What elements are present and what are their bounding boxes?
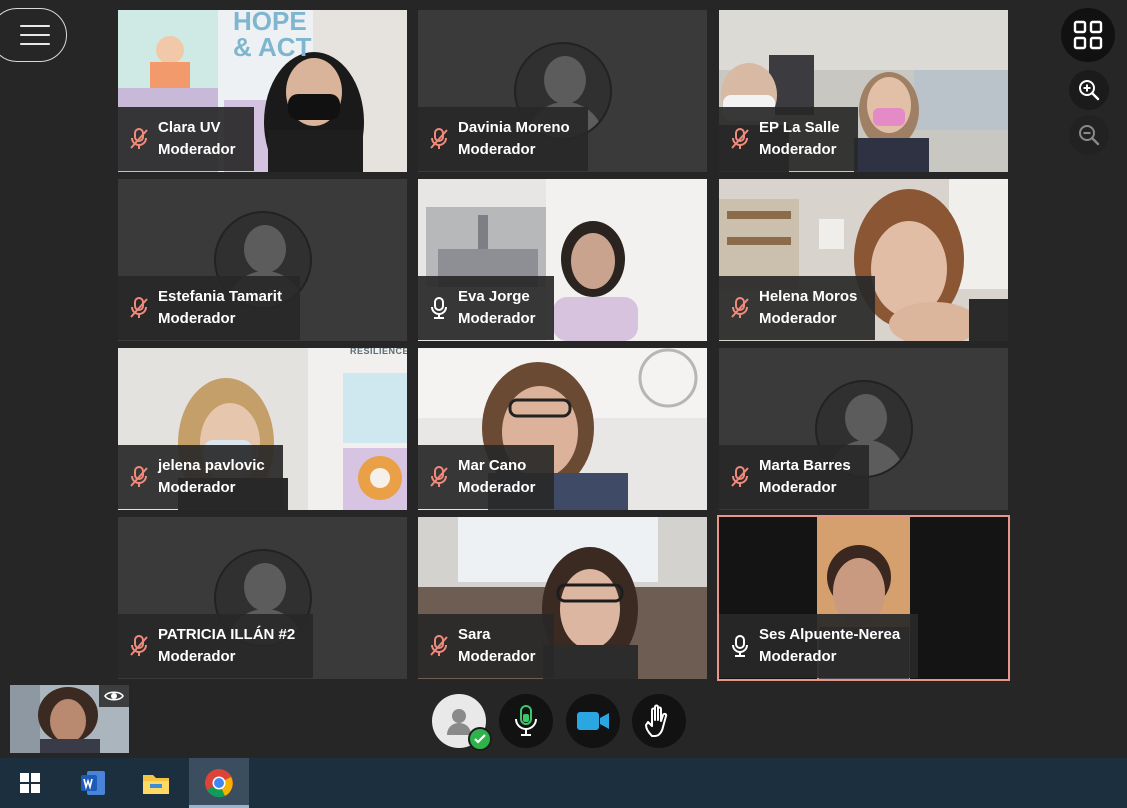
participant-role: Moderador [158,310,236,327]
check-icon [474,734,486,744]
participant-tile-ses-alpuente-nerea[interactable]: Ses Alpuente-Nerea Moderador [717,515,1010,681]
participant-role: Moderador [759,648,837,665]
taskbar-word[interactable] [63,758,123,808]
raise-hand-icon [645,704,668,737]
microphone-muted-icon [130,297,148,318]
participant-tile-estefania-tamarit[interactable]: Estefania Tamarit Moderador [118,179,407,341]
participant-name: Estefania Tamarit [158,288,282,305]
participant-name: Sara [458,626,491,643]
participant-name: Marta Barres [759,457,851,474]
microphone-muted-icon [731,466,749,487]
participant-name: Helena Moros [759,288,858,305]
participant-label: Mar Cano Moderador [418,445,554,509]
microphone-button[interactable] [499,694,553,748]
participant-label: Ses Alpuente-Nerea Moderador [719,614,919,678]
participant-tile-eva-jorge[interactable]: Eva Jorge Moderador [418,179,707,341]
taskbar [0,758,1127,808]
chrome-icon [205,769,233,798]
participant-label: EP La Salle Moderador [719,107,858,171]
participant-role: Moderador [759,141,837,158]
microphone-muted-icon [130,128,148,149]
participant-name: Davinia Moreno [458,119,570,136]
windows-start-icon [20,773,40,793]
participant-role: Moderador [458,141,536,158]
zoom-in-button[interactable] [1069,70,1109,110]
zoom-out-icon [1079,125,1100,146]
microphone-muted-icon [731,297,749,318]
participant-tile-clara-uv[interactable]: HOPE & ACT Clara UV Moderador [118,10,407,172]
participant-name: Eva Jorge [458,288,530,305]
self-view[interactable] [10,685,129,753]
taskbar-file-explorer[interactable] [126,758,186,808]
participant-role: Moderador [158,648,236,665]
participant-name: Mar Cano [458,457,527,474]
wall-text: RESILIENCE [350,348,407,356]
zoom-out-button[interactable] [1069,115,1109,155]
participant-tile-ep-la-salle[interactable]: EP La Salle Moderador [719,10,1008,172]
participant-name: Ses Alpuente-Nerea [759,626,901,643]
windows-start-button[interactable] [0,758,60,808]
menu-button[interactable] [0,8,67,62]
raise-hand-button[interactable] [632,694,686,748]
participant-label: Marta Barres Moderador [719,445,869,509]
zoom-in-icon [1079,80,1100,101]
participant-role: Moderador [458,310,536,327]
available-status-badge [468,727,492,751]
participant-role: Moderador [759,310,837,327]
file-explorer-icon [143,775,169,794]
microphone-muted-icon [430,128,448,149]
participant-label: Helena Moros Moderador [719,276,876,340]
microphone-icon [515,705,537,736]
participant-tile-marta-barres[interactable]: Marta Barres Moderador [719,348,1008,510]
microphone-icon [732,635,748,657]
participant-tile-davinia-moreno[interactable]: Davinia Moreno Moderador [418,10,707,172]
grid-view-icon [1073,20,1103,50]
participant-role: Moderador [759,479,837,496]
microphone-muted-icon [430,635,448,656]
participant-label: Clara UV Moderador [118,107,254,171]
taskbar-chrome[interactable] [189,758,249,808]
microphone-muted-icon [130,466,148,487]
participant-name: Clara UV [158,119,221,136]
word-icon [81,771,105,795]
camera-button[interactable] [566,694,620,748]
participant-label: Davinia Moreno Moderador [418,107,588,171]
hamburger-icon [19,25,50,45]
camera-icon [577,712,609,730]
participant-label: Sara Moderador [418,614,554,678]
participant-role: Moderador [158,141,236,158]
microphone-muted-icon [130,635,148,656]
grid-view-button[interactable] [1061,8,1115,62]
poster-text: HOPE & ACT [233,10,312,62]
participant-label: Estefania Tamarit Moderador [118,276,300,340]
participant-tile-helena-moros[interactable]: Helena Moros Moderador [719,179,1008,341]
participant-name: EP La Salle [759,119,840,136]
participant-tile-mar-cano[interactable]: Mar Cano Moderador [418,348,707,510]
microphone-muted-icon [731,128,749,149]
participant-name: jelena pavlovic [158,457,265,474]
eye-icon [104,691,124,701]
microphone-icon [431,297,447,319]
participant-label: PATRICIA ILLÁN #2 Moderador [118,614,314,678]
participant-tile-sara[interactable]: Sara Moderador [418,517,707,679]
participant-role: Moderador [458,648,536,665]
participant-tile-jelena-pavlovic[interactable]: RESILIENCE jelena pavlovic Moderador [118,348,407,510]
participant-tile-patricia-illan[interactable]: PATRICIA ILLÁN #2 Moderador [118,517,407,679]
participant-label: jelena pavlovic Moderador [118,445,283,509]
participant-role: Moderador [458,479,536,496]
participant-role: Moderador [158,479,236,496]
participant-label: Eva Jorge Moderador [418,276,554,340]
participant-name: PATRICIA ILLÁN #2 [158,626,296,643]
microphone-muted-icon [430,466,448,487]
hide-self-view-button[interactable] [99,685,129,707]
